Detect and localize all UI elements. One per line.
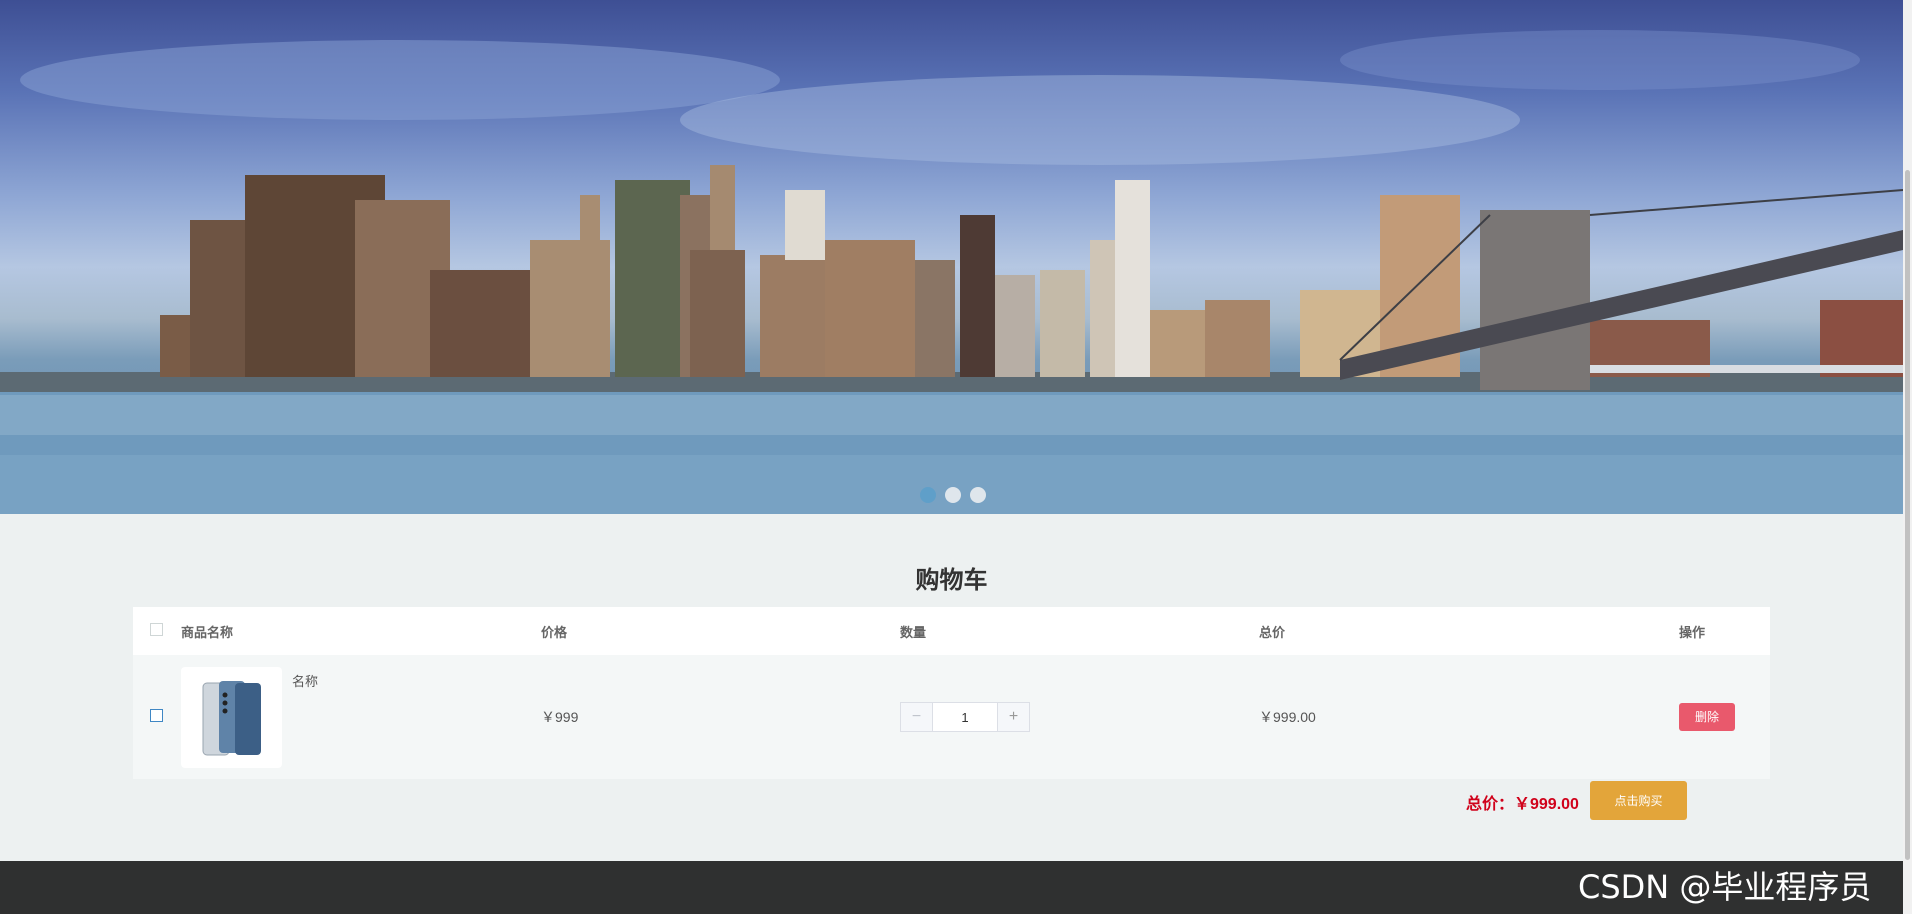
cart-table-header: 商品名称 价格 数量 总价 操作 <box>133 607 1770 655</box>
header-name: 商品名称 <box>181 624 234 640</box>
header-price: 价格 <box>541 624 568 640</box>
watermark: CSDN @毕业程序员 <box>1578 868 1872 906</box>
quantity-input[interactable]: 1 <box>933 703 997 731</box>
carousel-dot-2[interactable] <box>945 487 961 503</box>
item-price: ￥999 <box>541 709 579 725</box>
scrollbar-thumb[interactable] <box>1905 170 1910 860</box>
item-checkbox[interactable] <box>150 709 163 722</box>
product-name[interactable]: 名称 <box>292 671 318 690</box>
quantity-decrement-button[interactable]: − <box>901 703 933 731</box>
carousel-dot-1[interactable] <box>920 487 936 503</box>
table-row: 名称 ￥999 − 1 + ￥999.00 删除 <box>133 655 1770 779</box>
cart-title: 购物车 <box>915 567 988 594</box>
cart-table: 商品名称 价格 数量 总价 操作 名称 ￥999 − 1 + ￥999.00 删… <box>133 607 1770 779</box>
cart-sum: 总价：￥999.00 <box>1466 796 1579 813</box>
carousel-dot-3[interactable] <box>970 487 986 503</box>
header-operation: 操作 <box>1679 624 1706 640</box>
delete-button[interactable]: 删除 <box>1679 703 1735 731</box>
phone-icon <box>202 681 261 756</box>
select-all-checkbox[interactable] <box>150 623 163 636</box>
header-quantity: 数量 <box>900 624 927 640</box>
item-total: ￥999.00 <box>1259 709 1316 725</box>
quantity-stepper: − 1 + <box>900 702 1030 732</box>
carousel-indicators <box>920 487 986 503</box>
hero-banner[interactable] <box>0 0 1903 514</box>
city-skyline-image <box>0 30 1903 514</box>
header-total: 总价 <box>1259 624 1286 640</box>
product-image[interactable] <box>181 666 282 768</box>
buy-button[interactable]: 点击购买 <box>1590 781 1687 820</box>
quantity-increment-button[interactable]: + <box>997 703 1029 731</box>
